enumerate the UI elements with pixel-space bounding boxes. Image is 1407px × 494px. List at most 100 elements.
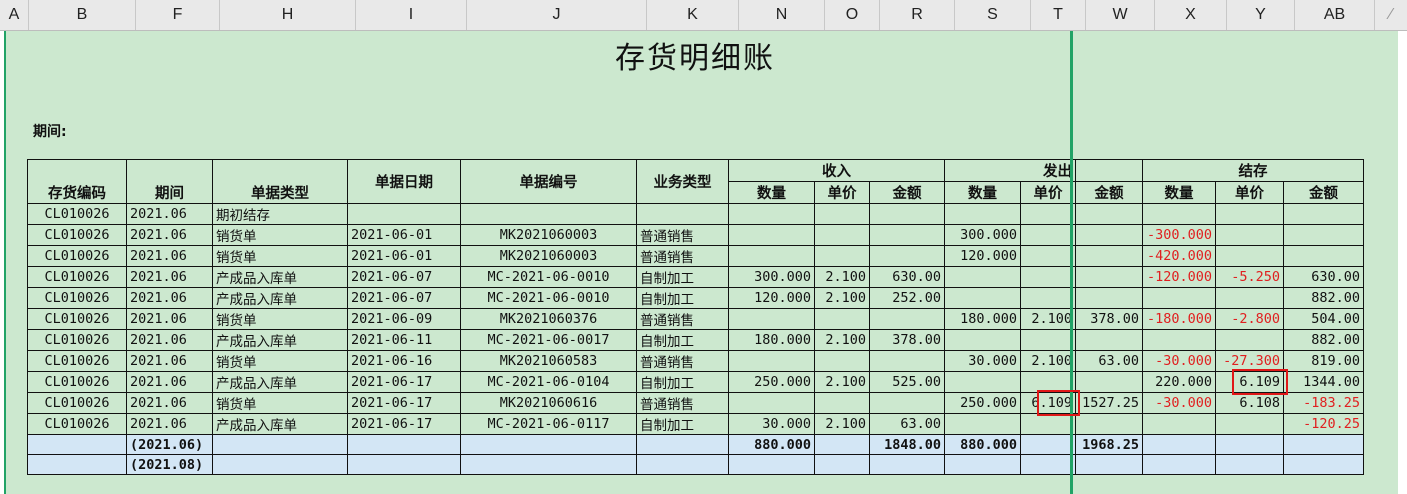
header-bal-qty[interactable]: 数量 <box>1142 181 1216 204</box>
cell-bal-amt[interactable]: 882.00 <box>1283 329 1364 351</box>
cell-in-amt[interactable] <box>869 203 945 225</box>
cell-in-price[interactable] <box>814 392 870 414</box>
cell-in-amt[interactable]: 252.00 <box>869 287 945 309</box>
cell-in-amt[interactable]: 378.00 <box>869 329 945 351</box>
cell-out-price[interactable] <box>1020 287 1076 309</box>
cell-period[interactable]: 2021.06 <box>126 224 213 246</box>
header-doc-no[interactable]: 单据编号 <box>460 159 637 204</box>
cell-out-price[interactable]: 6.109 <box>1020 392 1076 414</box>
cell-bal-qty[interactable] <box>1142 413 1216 435</box>
cell-doc-no[interactable]: MK2021060583 <box>460 350 637 372</box>
cell-biz-type[interactable]: 普通销售 <box>636 350 729 372</box>
cell-inv-code[interactable]: CL010026 <box>27 350 127 372</box>
cell-in-qty[interactable]: 250.000 <box>728 371 815 393</box>
cell-out-amt[interactable] <box>1075 329 1143 351</box>
cell-doc-no[interactable]: MC-2021-06-0117 <box>460 413 637 435</box>
cell-doc-date[interactable]: 2021-06-16 <box>347 350 461 372</box>
column-header-j[interactable]: J <box>467 0 647 30</box>
cell-in-price[interactable] <box>814 308 870 330</box>
cell-period[interactable]: 2021.06 <box>126 245 213 267</box>
cell-in-price[interactable] <box>814 245 870 267</box>
cell-doc-type[interactable] <box>212 434 348 455</box>
cell-biz-type[interactable]: 自制加工 <box>636 329 729 351</box>
cell-out-amt[interactable] <box>1075 203 1143 225</box>
cell-out-qty[interactable]: 300.000 <box>944 224 1021 246</box>
cell-doc-date[interactable]: 2021-06-07 <box>347 266 461 288</box>
header-bal-amt[interactable]: 金额 <box>1283 181 1364 204</box>
cell-bal-price[interactable]: -5.250 <box>1215 266 1284 288</box>
cell-in-price[interactable]: 2.100 <box>814 371 870 393</box>
cell-doc-date[interactable] <box>347 434 461 455</box>
cell-inv-code[interactable]: CL010026 <box>27 308 127 330</box>
cell-doc-type[interactable] <box>212 454 348 475</box>
cell-out-amt[interactable] <box>1075 454 1143 475</box>
cell-doc-no[interactable]: MK2021060616 <box>460 392 637 414</box>
cell-doc-date[interactable]: 2021-06-01 <box>347 224 461 246</box>
cell-in-price[interactable]: 2.100 <box>814 266 870 288</box>
cell-doc-date[interactable]: 2021-06-01 <box>347 245 461 267</box>
cell-in-amt[interactable] <box>869 245 945 267</box>
cell-doc-type[interactable]: 销货单 <box>212 392 348 414</box>
cell-period[interactable]: 2021.06 <box>126 266 213 288</box>
cell-bal-qty[interactable] <box>1142 454 1216 475</box>
cell-in-amt[interactable] <box>869 350 945 372</box>
group-issue-spacer[interactable] <box>1075 159 1143 182</box>
cell-doc-date[interactable] <box>347 203 461 225</box>
cell-doc-no[interactable]: MC-2021-06-0010 <box>460 266 637 288</box>
header-biz-type[interactable]: 业务类型 <box>636 159 729 204</box>
cell-bal-price[interactable]: 6.108 <box>1215 392 1284 414</box>
cell-out-amt[interactable] <box>1075 371 1143 393</box>
cell-inv-code[interactable]: CL010026 <box>27 392 127 414</box>
cell-biz-type[interactable]: 自制加工 <box>636 371 729 393</box>
cell-out-qty[interactable] <box>944 454 1021 475</box>
cell-doc-no[interactable]: MK2021060376 <box>460 308 637 330</box>
cell-inv-code[interactable] <box>27 454 127 475</box>
cell-doc-date[interactable] <box>347 454 461 475</box>
cell-period[interactable]: 2021.06 <box>126 203 213 225</box>
header-in-price[interactable]: 单价 <box>814 181 870 204</box>
cell-in-amt[interactable]: 63.00 <box>869 413 945 435</box>
cell-out-price[interactable]: 2.100 <box>1020 308 1076 330</box>
column-header-a[interactable]: A <box>0 0 29 30</box>
column-header-t[interactable]: T <box>1031 0 1086 30</box>
group-income[interactable]: 收入 <box>728 159 945 182</box>
spreadsheet-area[interactable]: 存货明细账 期间: 存货编码 期间 单据类型 单据日期 单据编号 业务类型 收入… <box>0 31 1407 494</box>
cell-bal-amt[interactable]: 882.00 <box>1283 287 1364 309</box>
cell-bal-amt[interactable]: -183.25 <box>1283 392 1364 414</box>
cell-biz-type[interactable]: 普通销售 <box>636 245 729 267</box>
cell-bal-qty[interactable]: 220.000 <box>1142 371 1216 393</box>
column-header-y[interactable]: Y <box>1227 0 1295 30</box>
cell-bal-amt[interactable]: 504.00 <box>1283 308 1364 330</box>
cell-in-amt[interactable]: 630.00 <box>869 266 945 288</box>
cell-bal-qty[interactable]: -30.000 <box>1142 350 1216 372</box>
cell-in-qty[interactable] <box>728 308 815 330</box>
cell-in-qty[interactable] <box>728 350 815 372</box>
cell-out-qty[interactable] <box>944 413 1021 435</box>
cell-out-price[interactable] <box>1020 371 1076 393</box>
cell-out-qty[interactable] <box>944 329 1021 351</box>
cell-out-amt[interactable]: 1527.25 <box>1075 392 1143 414</box>
cell-biz-type[interactable] <box>636 203 729 225</box>
cell-bal-price[interactable] <box>1215 413 1284 435</box>
cell-in-price[interactable]: 2.100 <box>814 329 870 351</box>
cell-in-amt[interactable] <box>869 392 945 414</box>
cell-bal-qty[interactable] <box>1142 287 1216 309</box>
header-doc-date[interactable]: 单据日期 <box>347 159 461 204</box>
cell-doc-type[interactable]: 销货单 <box>212 350 348 372</box>
cell-bal-amt[interactable] <box>1283 434 1364 455</box>
cell-bal-price[interactable] <box>1215 203 1284 225</box>
cell-doc-type[interactable]: 销货单 <box>212 245 348 267</box>
cell-inv-code[interactable]: CL010026 <box>27 371 127 393</box>
cell-out-price[interactable] <box>1020 329 1076 351</box>
cell-in-price[interactable] <box>814 203 870 225</box>
cell-in-qty[interactable] <box>728 454 815 475</box>
cell-doc-date[interactable]: 2021-06-11 <box>347 329 461 351</box>
cell-in-qty[interactable] <box>728 245 815 267</box>
cell-bal-amt[interactable]: 1344.00 <box>1283 371 1364 393</box>
cell-doc-no[interactable] <box>460 203 637 225</box>
cell-doc-type[interactable]: 产成品入库单 <box>212 371 348 393</box>
cell-out-amt[interactable] <box>1075 413 1143 435</box>
cell-inv-code[interactable] <box>27 434 127 455</box>
cell-doc-no[interactable]: MK2021060003 <box>460 245 637 267</box>
cell-bal-price[interactable] <box>1215 454 1284 475</box>
